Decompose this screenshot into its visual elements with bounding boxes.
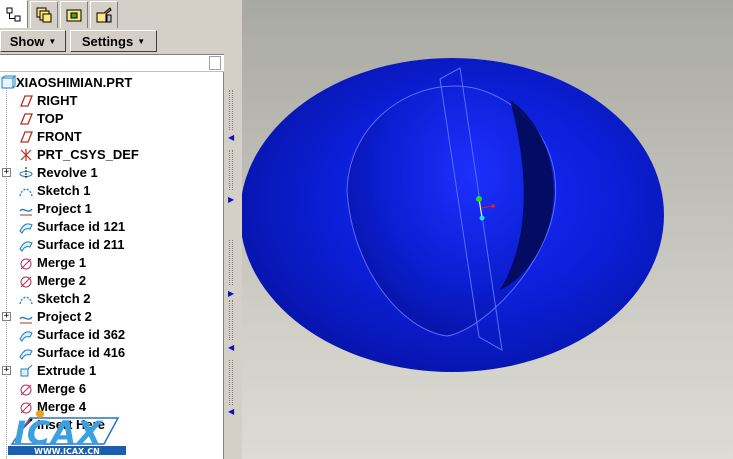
tree-item-label: Project 1 (37, 201, 92, 216)
sketch-icon (19, 296, 33, 305)
tree-item-label: Surface id 211 (37, 237, 125, 252)
merge-icon (20, 258, 32, 270)
tree-root-item[interactable]: XIAOSHIMIAN.PRT (0, 74, 222, 92)
show-label: Show (9, 33, 45, 49)
tree-item[interactable]: Surface id 416 (0, 344, 222, 362)
tree-root-label: XIAOSHIMIAN.PRT (16, 75, 133, 90)
merge-icon (20, 384, 32, 396)
navigator-tab-strip (0, 0, 224, 29)
expand-toggle-icon[interactable]: + (2, 168, 11, 177)
icax-watermark-logo: ICAX WWW.ICAX.CN (8, 410, 126, 456)
tree-item[interactable]: Merge 2 (0, 272, 222, 290)
tree-header-row (0, 54, 224, 72)
tree-item-label: Merge 6 (37, 381, 87, 396)
merge-icon (20, 276, 32, 288)
tree-item[interactable]: TOP (0, 110, 222, 128)
settings-dropdown-button[interactable]: Settings ▼ (70, 30, 157, 52)
model-tree: XIAOSHIMIAN.PRT RIGHT TOP FRONT PRT_CSYS_DE… (0, 74, 222, 459)
tree-item-label: Surface id 416 (37, 345, 126, 360)
collapse-left-arrow-icon[interactable]: ◀ (228, 134, 236, 142)
model-tree-icon (6, 7, 21, 22)
splitter-grip[interactable] (229, 90, 233, 130)
tree-item[interactable]: Project 1 (0, 200, 222, 218)
tree-item[interactable]: Sketch 1 (0, 182, 222, 200)
tree-item[interactable]: Surface id 362 (0, 326, 222, 344)
collapse-left-arrow-icon[interactable]: ◀ (228, 344, 236, 352)
expand-toggle-icon[interactable]: + (2, 312, 11, 321)
tree-item[interactable]: Surface id 211 (0, 236, 222, 254)
datum-plane-icon (20, 95, 33, 107)
project-curve-icon (19, 316, 33, 324)
sketch-icon (19, 188, 33, 197)
tree-item-label: Surface id 362 (37, 327, 126, 342)
tree-item-label: Merge 2 (37, 273, 87, 288)
tree-item-label: Extrude 1 (37, 363, 97, 378)
layers-icon (36, 7, 52, 23)
surface-icon (19, 331, 33, 342)
model-tree-toolbar: Show ▼ Settings ▼ (0, 28, 224, 54)
part-icon (1, 75, 16, 89)
collapse-left-arrow-icon[interactable]: ◀ (228, 408, 236, 416)
tree-item[interactable]: Merge 6 (0, 380, 222, 398)
tree-item-label: RIGHT (37, 93, 78, 108)
tree-item-label: Sketch 2 (37, 291, 91, 306)
tree-item-label: PRT_CSYS_DEF (37, 147, 139, 162)
tree-item-label: Project 2 (37, 309, 92, 324)
chevron-down-icon: ▼ (48, 36, 57, 46)
tree-item[interactable]: + Project 2 (0, 308, 222, 326)
coordinate-system-icon (20, 149, 32, 161)
column-resize-handle[interactable] (209, 56, 221, 70)
project-curve-icon (19, 208, 33, 216)
favorites-icon (96, 7, 112, 23)
tab-layers[interactable] (30, 1, 58, 28)
svg-text:WWW.ICAX.CN: WWW.ICAX.CN (34, 447, 100, 456)
splitter-grip[interactable] (229, 360, 233, 405)
tree-item[interactable]: Sketch 2 (0, 290, 222, 308)
tab-favorites[interactable] (90, 1, 118, 28)
splitter-grip[interactable] (229, 150, 233, 190)
expand-right-arrow-icon[interactable]: ▶ (228, 290, 236, 298)
expand-toggle-icon[interactable]: + (2, 366, 11, 375)
tree-item-label: Surface id 121 (37, 219, 126, 234)
tree-item-label: Sketch 1 (37, 183, 91, 198)
datum-plane-icon (20, 131, 33, 143)
settings-label: Settings (81, 33, 134, 49)
tree-item[interactable]: PRT_CSYS_DEF (0, 146, 222, 164)
tree-item[interactable]: Surface id 121 (0, 218, 222, 236)
tree-item[interactable]: RIGHT (0, 92, 222, 110)
chevron-down-icon: ▼ (137, 36, 146, 46)
model-view (242, 58, 664, 372)
surface-icon (19, 349, 33, 360)
tree-item[interactable]: + Revolve 1 (0, 164, 222, 182)
datum-plane-icon (20, 113, 33, 125)
tree-item[interactable]: + Extrude 1 (0, 362, 222, 380)
tab-folder-browser[interactable] (60, 1, 88, 28)
tree-item[interactable]: FRONT (0, 128, 222, 146)
splitter-grip[interactable] (229, 300, 233, 340)
expand-right-arrow-icon[interactable]: ▶ (228, 196, 236, 204)
surface-icon (19, 223, 33, 234)
show-dropdown-button[interactable]: Show ▼ (0, 30, 66, 52)
revolve-icon (19, 167, 33, 179)
panel-splitter[interactable]: ◀ ▶ ▶ ◀ ◀ (224, 0, 242, 459)
tab-model-tree[interactable] (0, 0, 28, 29)
graphics-viewport[interactable] (242, 0, 733, 459)
extrude-icon (20, 364, 33, 377)
splitter-grip[interactable] (229, 240, 233, 285)
tree-item[interactable]: Merge 1 (0, 254, 222, 272)
tree-item-label: TOP (37, 111, 64, 126)
folder-browser-icon (66, 9, 82, 22)
model-tree-panel: Show ▼ Settings ▼ XIAOSHIMIAN.PRT RIGHT T… (0, 0, 224, 459)
tree-item-label: Merge 1 (37, 255, 87, 270)
tree-item-label: Revolve 1 (37, 165, 98, 180)
tree-item-label: FRONT (37, 129, 82, 144)
surface-icon (19, 241, 33, 252)
